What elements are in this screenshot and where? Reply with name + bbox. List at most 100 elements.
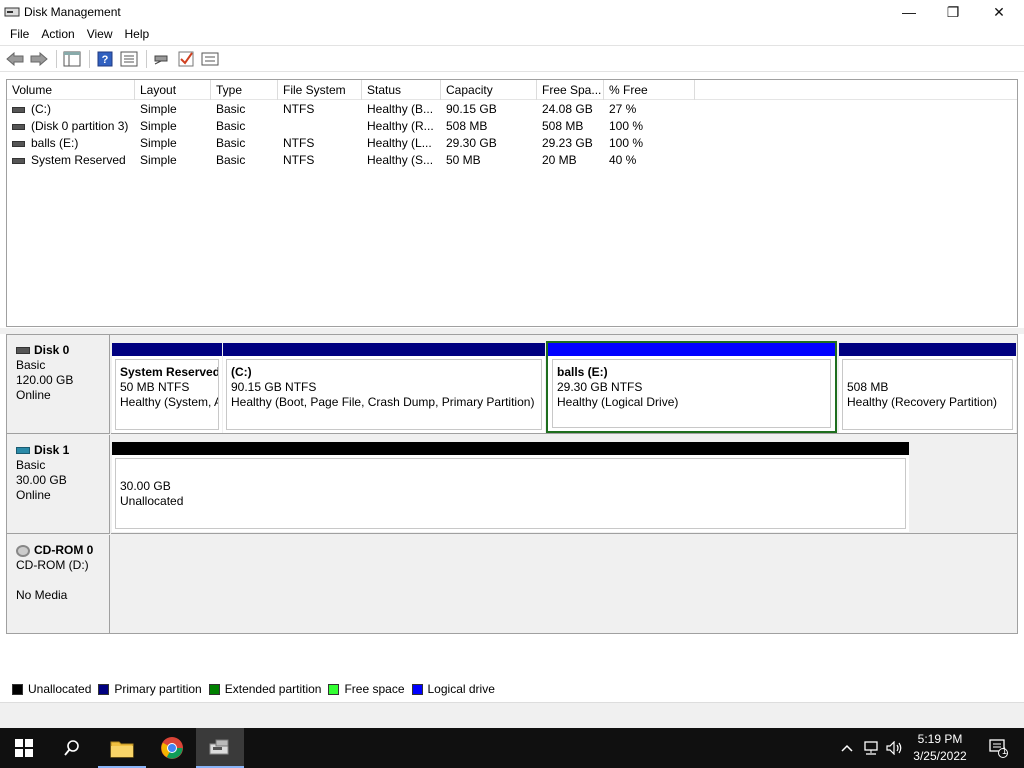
disk-name: CD-ROM 0 — [34, 543, 94, 557]
volume-list: Volume Layout Type File System Status Ca… — [6, 79, 1018, 327]
forward-arrow-icon — [30, 51, 48, 66]
volume-percent-free: 100 % — [609, 136, 644, 150]
partition-e-drive[interactable]: balls (E:) 29.30 GB NTFS Healthy (Logica… — [546, 341, 837, 433]
volume-free-space: 508 MB — [542, 119, 584, 133]
show-hidden-icons-button[interactable] — [838, 728, 856, 768]
check-button[interactable] — [175, 49, 197, 69]
table-row[interactable]: (Disk 0 partition 3) Simple Basic Health… — [7, 118, 1017, 135]
help-button[interactable]: ? — [94, 49, 116, 69]
column-header-type[interactable]: Type — [211, 80, 278, 100]
partition-size: 50 MB NTFS — [120, 380, 190, 394]
help-icon: ? — [97, 51, 113, 66]
volume-file-system: NTFS — [283, 102, 315, 116]
legend-item: Unallocated — [12, 682, 91, 696]
notification-count: 1 — [1002, 746, 1008, 756]
maximize-button[interactable]: ❐ — [930, 0, 976, 24]
disk-state: Online — [16, 388, 51, 402]
volume-layout: Simple — [140, 136, 177, 150]
partition-size: 508 MB — [847, 380, 889, 394]
column-header-percent-free[interactable]: % Free — [604, 80, 695, 100]
minimize-button[interactable]: — — [886, 0, 932, 24]
connect-button[interactable] — [151, 49, 173, 69]
partition-recovery[interactable]: 508 MB Healthy (Recovery Partition) — [839, 343, 1016, 433]
chrome-icon — [161, 737, 183, 759]
toolbar: ? — [0, 45, 1024, 72]
disk-management-icon — [209, 739, 229, 755]
partition-type-bar — [112, 442, 909, 455]
disk-name: Disk 1 — [34, 443, 70, 457]
partition-name: balls (E:) — [557, 365, 608, 379]
legend-swatch — [98, 683, 110, 695]
cdrom-0-label[interactable]: CD-ROM 0 CD-ROM (D:) No Media — [7, 535, 110, 633]
disk-0-label[interactable]: Disk 0 Basic 120.00 GB Online — [7, 335, 110, 434]
table-row[interactable]: System Reserved Simple Basic NTFS Health… — [7, 152, 1017, 169]
cdrom-media-status: No Media — [16, 588, 68, 602]
file-explorer-button[interactable] — [98, 728, 146, 768]
properties-button[interactable] — [118, 49, 140, 69]
table-row[interactable]: balls (E:) Simple Basic NTFS Healthy (L.… — [7, 135, 1017, 152]
list-view-button[interactable] — [199, 49, 221, 69]
network-button[interactable] — [860, 728, 882, 768]
svg-text:?: ? — [102, 54, 109, 66]
show-hide-console-tree-icon — [63, 51, 81, 66]
menu-view[interactable]: View — [81, 24, 119, 44]
volume-capacity: 29.30 GB — [446, 136, 497, 150]
partition-status: Healthy (Recovery Partition) — [847, 395, 998, 409]
chrome-button[interactable] — [148, 728, 196, 768]
volume-file-system: NTFS — [283, 153, 315, 167]
partition-status: Healthy (System, A — [120, 395, 219, 409]
close-button[interactable]: ✕ — [976, 0, 1022, 24]
volume-layout: Simple — [140, 153, 177, 167]
partition-unallocated[interactable]: 30.00 GB Unallocated — [112, 442, 909, 532]
column-header-file-system[interactable]: File System — [278, 80, 362, 100]
forward-button[interactable] — [28, 49, 50, 69]
partition-name: System Reserved — [120, 365, 219, 379]
disk-state: Online — [16, 488, 51, 502]
table-row[interactable]: (C:) Simple Basic NTFS Healthy (B... 90.… — [7, 101, 1017, 118]
disk-1-label[interactable]: Disk 1 Basic 30.00 GB Online — [7, 435, 110, 534]
back-button[interactable] — [4, 49, 26, 69]
volume-button[interactable] — [884, 728, 906, 768]
close-icon: ✕ — [993, 3, 1005, 20]
disk-size: 120.00 GB — [16, 373, 74, 387]
partition-name: (C:) — [231, 365, 252, 379]
column-header-capacity[interactable]: Capacity — [441, 80, 537, 100]
toolbar-separator — [89, 49, 90, 68]
menu-file[interactable]: File — [4, 24, 35, 44]
start-button[interactable] — [0, 728, 48, 768]
column-header-status[interactable]: Status — [362, 80, 441, 100]
show-hide-console-tree-button[interactable] — [61, 49, 83, 69]
volume-drive-icon — [12, 140, 25, 147]
partition-size: 90.15 GB NTFS — [231, 380, 317, 394]
action-center-button[interactable]: 1 — [976, 728, 1020, 768]
volume-free-space: 24.08 GB — [542, 102, 593, 116]
taskbar: 5:19 PM 3/25/2022 1 — [0, 728, 1024, 768]
partition-type-bar — [548, 343, 835, 356]
disk-management-taskbar-button[interactable] — [196, 728, 244, 768]
volume-type: Basic — [216, 153, 246, 167]
partition-system-reserved[interactable]: System Reserved 50 MB NTFS Healthy (Syst… — [112, 343, 222, 433]
column-header-volume[interactable]: Volume — [7, 80, 135, 100]
volume-layout: Simple — [140, 119, 177, 133]
windows-logo-icon — [15, 739, 33, 757]
legend-swatch — [328, 683, 340, 695]
volume-status: Healthy (S... — [367, 153, 434, 167]
volume-type: Basic — [216, 102, 246, 116]
menu-help[interactable]: Help — [119, 24, 156, 44]
search-button[interactable] — [48, 728, 96, 768]
volume-type: Basic — [216, 136, 246, 150]
properties-icon — [120, 51, 138, 66]
column-header-free-space[interactable]: Free Spa... — [537, 80, 604, 100]
volume-status: Healthy (R... — [367, 119, 434, 133]
connect-icon — [154, 55, 168, 64]
legend-item: Free space — [328, 682, 405, 696]
legend: Unallocated Primary partition Extended p… — [6, 679, 1018, 699]
cdrom-drive-letter: CD-ROM (D:) — [16, 558, 89, 572]
toolbar-separator — [146, 49, 147, 68]
system-clock[interactable]: 5:19 PM 3/25/2022 — [904, 731, 976, 765]
column-header-layout[interactable]: Layout — [135, 80, 211, 100]
partition-c-drive[interactable]: (C:) 90.15 GB NTFS Healthy (Boot, Page F… — [223, 343, 545, 433]
legend-item: Extended partition — [208, 682, 321, 696]
menu-action[interactable]: Action — [35, 24, 80, 44]
back-arrow-icon — [6, 51, 24, 66]
